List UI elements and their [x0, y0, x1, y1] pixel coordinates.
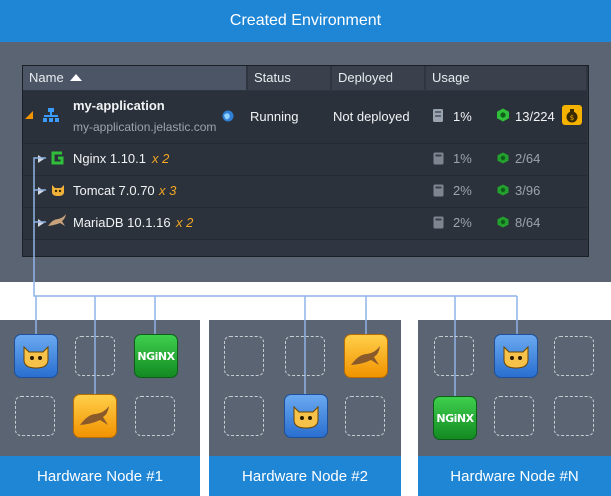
nginx-container-icon[interactable]: NGiNX	[134, 334, 178, 378]
empty-slot	[224, 336, 264, 376]
nginx-container-icon[interactable]: NGiNX	[433, 396, 477, 440]
empty-slot	[224, 396, 264, 436]
mariadb-container-icon[interactable]	[73, 394, 117, 438]
empty-slot	[135, 396, 175, 436]
empty-slot	[15, 396, 55, 436]
empty-slot	[75, 336, 115, 376]
empty-slot	[434, 336, 474, 376]
empty-slot	[285, 336, 325, 376]
empty-slot	[345, 396, 385, 436]
empty-slot	[554, 396, 594, 436]
nginx-logo-text: NGiNX	[436, 411, 474, 425]
mariadb-container-icon[interactable]	[344, 334, 388, 378]
nginx-logo-text: NGiNX	[137, 349, 175, 363]
tomcat-container-icon[interactable]	[284, 394, 328, 438]
tomcat-container-icon[interactable]	[494, 334, 538, 378]
empty-slot	[494, 396, 534, 436]
tomcat-container-icon[interactable]	[14, 334, 58, 378]
empty-slot	[554, 336, 594, 376]
